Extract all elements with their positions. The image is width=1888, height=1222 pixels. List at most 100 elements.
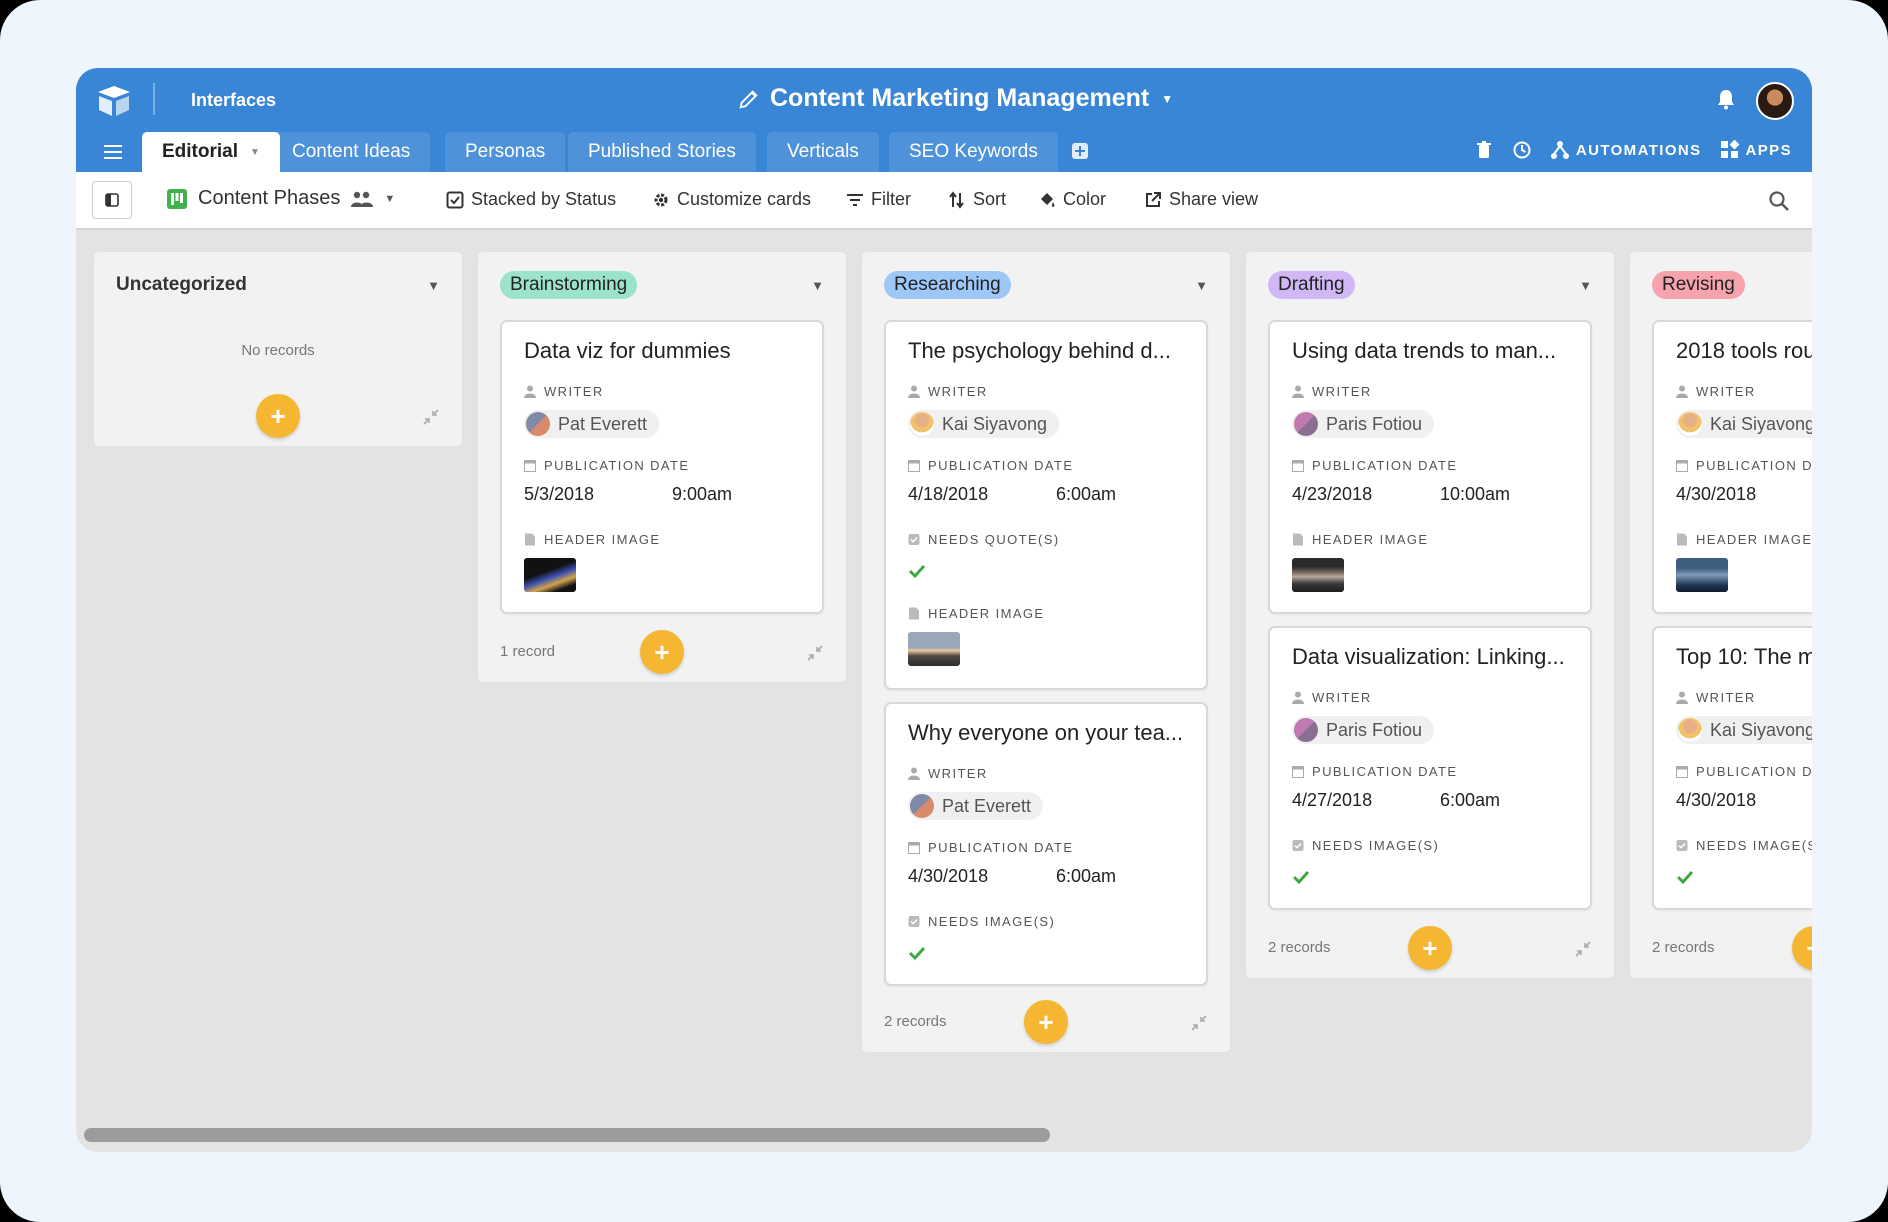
checkbox-icon (908, 534, 920, 545)
card-title: Why everyone on your tea... (908, 720, 1184, 745)
date-value: 4/23/2018 (1292, 484, 1373, 504)
file-icon (525, 533, 535, 546)
automations-label: AUTOMATIONS (1575, 141, 1702, 159)
bell-icon[interactable] (1716, 88, 1736, 110)
calendar-icon (1676, 766, 1688, 778)
chevron-down-icon[interactable]: ▼ (250, 147, 260, 158)
writer-name: Pat Everett (558, 413, 648, 434)
label-text: PUBLICATION DATE (1312, 458, 1458, 473)
tab-editorial[interactable]: Editorial ▼ (142, 132, 280, 172)
share-view-button[interactable]: Share view (1144, 189, 1258, 210)
label-text: WRITER (1696, 384, 1756, 399)
column-title: Uncategorized (116, 274, 247, 295)
chevron-down-icon[interactable]: ▼ (1579, 278, 1592, 293)
field-label-needs-images: NEEDS IMAGE(S) (908, 914, 1055, 929)
card-title: 2018 tools rou (1676, 338, 1812, 363)
sidebar-toggle-button[interactable] (92, 181, 132, 219)
tab-published-stories[interactable]: Published Stories (568, 132, 756, 172)
automations-button[interactable]: AUTOMATIONS (1550, 140, 1702, 160)
base-title[interactable]: Content Marketing Management ▼ (738, 84, 1173, 113)
checkbox-icon (1676, 840, 1688, 851)
customize-cards-button[interactable]: Customize cards (652, 189, 811, 210)
app-logo-icon[interactable] (96, 84, 132, 118)
calendar-icon (908, 460, 920, 472)
header-divider (153, 83, 155, 115)
label-text: NEEDS QUOTE(S) (928, 532, 1060, 547)
tab-content-ideas[interactable]: Content Ideas (272, 132, 431, 172)
collapse-icon[interactable] (1190, 1014, 1208, 1032)
hamburger-menu-icon[interactable] (104, 144, 122, 160)
field-label-publication-date: PUBLICATION DATE (524, 458, 689, 473)
view-switcher[interactable]: Content Phases ▼ (166, 187, 395, 210)
apps-button[interactable]: APPS (1720, 140, 1792, 160)
header-image-thumbnail[interactable] (1676, 558, 1728, 592)
interfaces-link[interactable]: Interfaces (191, 90, 276, 111)
tab-personas[interactable]: Personas (445, 132, 566, 172)
record-card[interactable]: Data viz for dummies WRITER Pat Everett … (500, 320, 824, 614)
record-card[interactable]: Top 10: The m WRITER Kai Siyavong PUBLIC… (1652, 626, 1812, 910)
record-card[interactable]: 2018 tools rou WRITER Kai Siyavong PUBLI… (1652, 320, 1812, 614)
calendar-icon (908, 842, 920, 854)
chevron-down-icon[interactable]: ▼ (811, 278, 824, 293)
customize-cards-label: Customize cards (677, 189, 812, 209)
time-value: 6:00am (1056, 484, 1117, 504)
label-text: WRITER (544, 384, 604, 399)
field-label-writer: WRITER (1676, 384, 1756, 399)
header-image-thumbnail[interactable] (524, 558, 576, 592)
record-card[interactable]: The psychology behind d... WRITER Kai Si… (884, 320, 1208, 690)
avatar[interactable] (1756, 82, 1794, 120)
column-header: Drafting ▼ (1268, 270, 1592, 300)
field-label-publication-date: PUBLICATION DATE (908, 840, 1073, 855)
column-footer: 2 records + (1268, 926, 1592, 970)
record-count: 2 records (1268, 939, 1331, 956)
time-value: 10:00am (1440, 484, 1511, 504)
top-bar: Interfaces Content Marketing Management … (76, 68, 1812, 172)
tab-verticals[interactable]: Verticals (767, 132, 879, 172)
people-icon (351, 191, 374, 207)
add-record-button[interactable]: + (1024, 1000, 1068, 1044)
collapse-icon[interactable] (422, 408, 440, 426)
add-record-button[interactable]: + (1792, 926, 1812, 970)
horizontal-scrollbar[interactable] (84, 1128, 1050, 1142)
column-uncategorized: Uncategorized ▼ No records + (94, 252, 462, 446)
collapse-icon[interactable] (806, 644, 824, 662)
record-card[interactable]: Using data trends to man... WRITER Paris… (1268, 320, 1592, 614)
date-value: 4/27/2018 (1292, 790, 1373, 810)
field-label-needs-images: NEEDS IMAGE(S) (1292, 838, 1439, 853)
share-icon (1146, 191, 1161, 207)
stacked-by-button[interactable]: Stacked by Status (446, 189, 616, 210)
add-record-button[interactable]: + (256, 394, 300, 438)
writer-name: Kai Siyavong (1710, 719, 1812, 740)
date-value: 5/3/2018 (524, 484, 595, 504)
trash-icon[interactable] (1474, 140, 1494, 160)
record-card[interactable]: Data visualization: Linking... WRITER Pa… (1268, 626, 1592, 910)
checkbox-icon (1292, 840, 1304, 851)
collapse-icon[interactable] (1574, 940, 1592, 958)
chevron-down-icon[interactable]: ▼ (427, 278, 440, 293)
writer-chip: Kai Siyavong (1676, 410, 1812, 438)
sort-button[interactable]: Sort (948, 189, 1006, 210)
time-value: 6:00am (1056, 866, 1117, 886)
add-record-button[interactable]: + (1408, 926, 1452, 970)
filter-button[interactable]: Filter (846, 189, 911, 210)
field-label-needs-images: NEEDS IMAGE(S) (1676, 838, 1812, 853)
tab-label: SEO Keywords (909, 141, 1038, 162)
search-icon[interactable] (1768, 190, 1790, 212)
field-label-publication-date: PUBLICATION DATE (1676, 764, 1812, 779)
label-text: WRITER (1696, 690, 1756, 705)
history-icon[interactable] (1512, 140, 1532, 160)
add-record-button[interactable]: + (640, 630, 684, 674)
header-image-thumbnail[interactable] (1292, 558, 1344, 592)
sort-icon (949, 190, 964, 209)
header-image-thumbnail[interactable] (908, 632, 960, 666)
color-button[interactable]: Color (1038, 189, 1106, 210)
card-title: Data visualization: Linking... (1292, 644, 1565, 669)
chevron-down-icon[interactable]: ▼ (1195, 278, 1208, 293)
add-table-icon[interactable] (1071, 142, 1089, 160)
label-text: WRITER (1312, 384, 1372, 399)
column-brainstorming: Brainstorming ▼ Data viz for dummies WRI… (478, 252, 846, 682)
tab-seo-keywords[interactable]: SEO Keywords (889, 132, 1058, 172)
record-card[interactable]: Why everyone on your tea... WRITER Pat E… (884, 702, 1208, 986)
person-icon (908, 385, 920, 398)
tab-label: Published Stories (588, 141, 736, 162)
